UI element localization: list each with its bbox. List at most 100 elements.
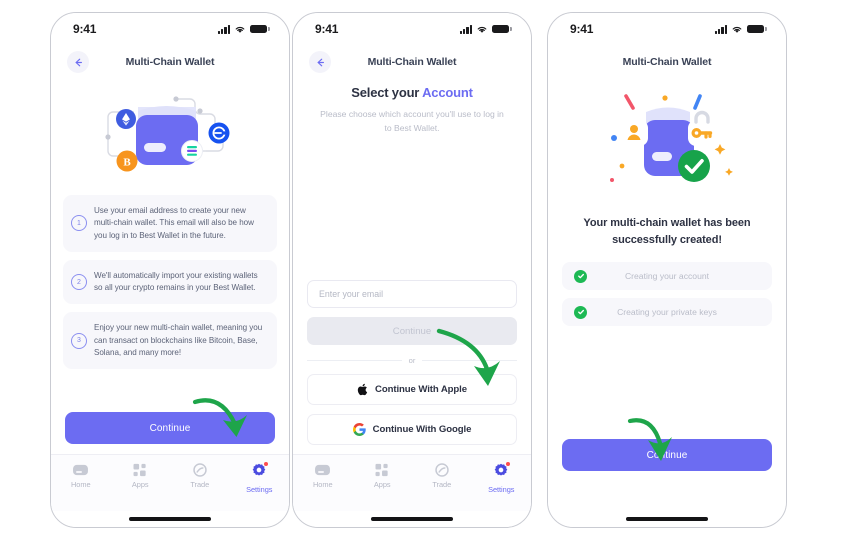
tab-apps[interactable]: Apps — [111, 463, 171, 489]
tab-label: Trade — [432, 480, 452, 489]
step-number: 3 — [71, 332, 87, 349]
divider-line-left — [307, 360, 402, 361]
headline-accent: Account — [422, 85, 473, 100]
screen-multi-chain-wallet-intro: 9:41 Multi-Chain Wallet B 1 Use your ema… — [51, 13, 289, 527]
apps-grid-icon — [375, 463, 388, 477]
tab-label: Apps — [373, 480, 391, 489]
trade-swap-icon — [435, 463, 449, 477]
tab-home[interactable]: Home — [51, 463, 111, 489]
status-bar: 9:41 — [293, 13, 531, 41]
screen-wallet-created-success: 9:41 Multi-Chain Wallet Your multi-chain… — [548, 13, 786, 527]
battery-full-icon — [747, 24, 767, 34]
home-icon — [73, 464, 89, 476]
tab-label: Trade — [190, 480, 210, 489]
divider-line-right — [422, 360, 518, 361]
phone-frame-3: 9:41 Multi-Chain Wallet Your multi-chain… — [547, 12, 787, 528]
back-arrow-icon[interactable] — [67, 51, 89, 73]
wallet-created-success-illustration — [548, 81, 786, 201]
google-logo-icon — [352, 423, 366, 436]
nav-bar-1: Multi-Chain Wallet — [51, 45, 289, 79]
info-list: 1 Use your email address to create your … — [51, 191, 289, 406]
screenshot-canvas: 9:41 Multi-Chain Wallet B 1 Use your ema… — [0, 0, 860, 538]
step-label: Creating your private keys — [617, 307, 717, 317]
status-icons — [217, 24, 270, 34]
continue-with-google-button[interactable]: Continue With Google — [307, 414, 517, 445]
continue-button[interactable]: Continue — [562, 439, 772, 471]
battery-full-icon — [492, 24, 512, 34]
list-item: Creating your account — [562, 262, 772, 290]
status-time: 9:41 — [570, 22, 594, 36]
page-title: Multi-Chain Wallet — [367, 56, 457, 68]
list-item: 2 We'll automatically import your existi… — [63, 259, 277, 305]
step-number: 1 — [71, 215, 87, 232]
google-button-label: Continue With Google — [372, 424, 472, 435]
tab-settings[interactable]: Settings — [472, 462, 532, 494]
status-bar: 9:41 — [51, 13, 289, 41]
email-placeholder: Enter your email — [319, 289, 384, 299]
status-icons — [714, 24, 767, 34]
home-indicator — [293, 511, 531, 527]
list-item: 3 Enjoy your new multi-chain wallet, mea… — [63, 312, 277, 370]
page-title: Multi-Chain Wallet — [125, 56, 215, 68]
status-time: 9:41 — [73, 22, 97, 36]
bottom-tab-bar: Home Apps Trade Settings — [293, 454, 531, 511]
cellular-signal-icon — [714, 24, 727, 34]
continue-with-apple-button[interactable]: Continue With Apple — [307, 374, 517, 405]
back-arrow-icon[interactable] — [309, 51, 331, 73]
page-title: Multi-Chain Wallet — [622, 56, 712, 68]
progress-steps: Creating your account Creating your priv… — [548, 248, 786, 326]
continue-button[interactable]: Continue — [307, 317, 517, 345]
tab-trade[interactable]: Trade — [170, 463, 230, 489]
tab-label: Settings — [246, 485, 273, 494]
success-title: Your multi-chain wallet has been success… — [583, 217, 751, 246]
trade-swap-icon — [193, 463, 207, 477]
email-field[interactable]: Enter your email — [307, 280, 517, 308]
apps-grid-icon — [133, 463, 146, 477]
status-time: 9:41 — [315, 22, 339, 36]
notification-dot — [505, 462, 511, 467]
list-item-text: Enjoy your new multi-chain wallet, meani… — [94, 323, 263, 358]
step-number: 2 — [71, 274, 87, 291]
list-item: Creating your private keys — [562, 298, 772, 326]
tab-home[interactable]: Home — [293, 463, 353, 489]
divider-label: or — [408, 356, 416, 365]
apple-logo-icon — [357, 383, 368, 396]
step-label: Creating your account — [624, 271, 710, 281]
nav-bar-3: Multi-Chain Wallet — [548, 45, 786, 79]
wifi-icon — [235, 26, 245, 33]
list-item-text: We'll automatically import your existing… — [94, 270, 258, 293]
tab-label: Apps — [131, 480, 149, 489]
screen-select-your-account: 9:41 Multi-Chain Wallet Select your Acco… — [293, 13, 531, 527]
tab-label: Settings — [488, 485, 515, 494]
cellular-signal-icon — [217, 24, 230, 34]
battery-full-icon — [250, 24, 270, 34]
apple-button-label: Continue With Apple — [375, 384, 467, 395]
home-icon — [315, 464, 331, 476]
home-indicator — [548, 511, 786, 527]
phone-frame-2: 9:41 Multi-Chain Wallet Select your Acco… — [292, 12, 532, 528]
tab-apps[interactable]: Apps — [353, 463, 413, 489]
list-item: 1 Use your email address to create your … — [63, 195, 277, 252]
wifi-icon — [477, 26, 487, 33]
subheadline: Please choose which account you'll use t… — [320, 109, 504, 133]
list-item-text: Use your email address to create your ne… — [94, 206, 254, 240]
tab-settings[interactable]: Settings — [230, 462, 290, 494]
cta-area-3: Continue — [548, 439, 786, 511]
multi-chain-wallet-network-illustration: B — [51, 79, 289, 191]
nav-bar-2: Multi-Chain Wallet — [293, 45, 531, 79]
wifi-icon — [732, 26, 742, 33]
svg-text:B: B — [123, 156, 131, 168]
cta-area-1: Continue — [51, 406, 289, 454]
tab-label: Home — [312, 480, 333, 489]
notification-dot — [263, 462, 269, 467]
status-bar: 9:41 — [548, 13, 786, 41]
cellular-signal-icon — [459, 24, 472, 34]
bottom-tab-bar: Home Apps Trade Settings — [51, 454, 289, 511]
home-indicator — [51, 511, 289, 527]
continue-button[interactable]: Continue — [65, 412, 275, 444]
phone-frame-1: 9:41 Multi-Chain Wallet B 1 Use your ema… — [50, 12, 290, 528]
tab-trade[interactable]: Trade — [412, 463, 472, 489]
headline-prefix: Select your — [351, 85, 423, 100]
divider: or — [307, 356, 518, 365]
status-icons — [459, 24, 512, 34]
